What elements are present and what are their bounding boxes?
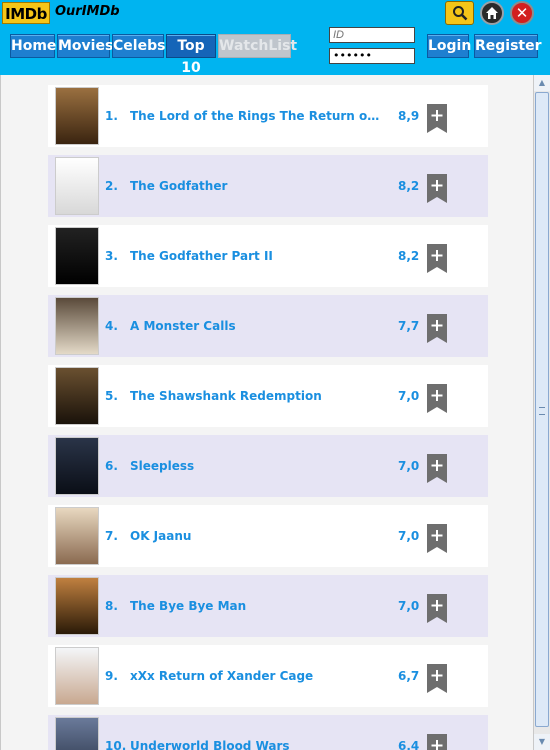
movie-title[interactable]: OK Jaanu: [130, 505, 382, 567]
movie-rating: 6,7: [398, 669, 420, 683]
movie-rating: 7,0: [398, 599, 420, 613]
home-icon: [486, 7, 498, 19]
movie-poster[interactable]: [55, 367, 99, 425]
password-field[interactable]: ••••••: [329, 48, 415, 64]
add-bookmark-icon[interactable]: [427, 734, 447, 750]
movie-rank: 5.: [105, 389, 118, 403]
scroll-thumb[interactable]: [535, 92, 549, 727]
list-item[interactable]: 1. The Lord of the Rings The Return of t…: [48, 85, 488, 147]
movie-rating: 8,9: [398, 109, 420, 123]
movie-title[interactable]: xXx Return of Xander Cage: [130, 645, 382, 707]
add-bookmark-icon[interactable]: [427, 104, 447, 133]
list-item[interactable]: 8. The Bye Bye Man 7,0: [48, 575, 488, 637]
movie-title[interactable]: The Godfather Part II: [130, 225, 382, 287]
add-bookmark-icon[interactable]: [427, 244, 447, 273]
nav-movies-button[interactable]: Movies: [57, 34, 113, 58]
movie-poster[interactable]: [55, 437, 99, 495]
add-bookmark-icon[interactable]: [427, 384, 447, 413]
add-bookmark-icon[interactable]: [427, 664, 447, 693]
movie-rating: 7,0: [398, 389, 420, 403]
movie-title[interactable]: A Monster Calls: [130, 295, 382, 357]
scroll-grip-icon: [539, 407, 545, 415]
top10-movie-list[interactable]: 1. The Lord of the Rings The Return of t…: [0, 75, 533, 750]
list-item[interactable]: 10. Underworld Blood Wars 6,4: [48, 715, 488, 750]
movie-poster[interactable]: [55, 647, 99, 705]
add-bookmark-icon[interactable]: [427, 454, 447, 483]
top-bar: IMDb OurIMDb Home Movies Celebs Top 10 W…: [0, 0, 550, 76]
add-bookmark-icon[interactable]: [427, 594, 447, 623]
movie-rating: 6,4: [398, 739, 420, 750]
movie-rank: 8.: [105, 599, 118, 613]
movie-title[interactable]: The Shawshank Redemption: [130, 365, 382, 427]
vertical-scrollbar[interactable]: ▲ ▼: [533, 75, 550, 750]
movie-rank: 2.: [105, 179, 118, 193]
list-item[interactable]: 6. Sleepless 7,0: [48, 435, 488, 497]
movie-poster[interactable]: [55, 577, 99, 635]
login-button[interactable]: Login: [427, 34, 471, 58]
movie-poster[interactable]: [55, 227, 99, 285]
id-input[interactable]: [329, 27, 415, 43]
movie-rating: 8,2: [398, 249, 420, 263]
list-item[interactable]: 3. The Godfather Part II 8,2: [48, 225, 488, 287]
movie-rank: 7.: [105, 529, 118, 543]
scroll-down-arrow[interactable]: ▼: [534, 734, 550, 750]
list-item[interactable]: 7. OK Jaanu 7,0: [48, 505, 488, 567]
register-button[interactable]: Register: [474, 34, 542, 58]
movie-poster[interactable]: [55, 717, 99, 750]
movie-rating: 7,7: [398, 319, 420, 333]
movie-rating: 7,0: [398, 459, 420, 473]
movie-rank: 10.: [105, 739, 127, 750]
movie-rank: 6.: [105, 459, 118, 473]
list-item[interactable]: 4. A Monster Calls 7,7: [48, 295, 488, 357]
movie-title[interactable]: The Godfather: [130, 155, 382, 217]
nav-top10-button[interactable]: Top 10: [166, 34, 216, 76]
list-item[interactable]: 2. The Godfather 8,2: [48, 155, 488, 217]
app-title: OurIMDb: [55, 4, 120, 19]
imdb-logo[interactable]: IMDb: [2, 2, 50, 24]
add-bookmark-icon[interactable]: [427, 314, 447, 343]
search-button[interactable]: [445, 1, 474, 25]
add-bookmark-icon[interactable]: [427, 174, 447, 203]
movie-title[interactable]: The Bye Bye Man: [130, 575, 382, 637]
movie-poster[interactable]: [55, 297, 99, 355]
close-icon[interactable]: ✕: [510, 1, 534, 25]
scroll-up-arrow[interactable]: ▲: [534, 75, 550, 91]
movie-poster[interactable]: [55, 507, 99, 565]
search-icon: [452, 6, 467, 21]
nav-watchlist-button[interactable]: WatchList: [218, 34, 297, 58]
nav-celebs-button[interactable]: Celebs: [112, 34, 165, 58]
list-item[interactable]: 5. The Shawshank Redemption 7,0: [48, 365, 488, 427]
movie-title[interactable]: Sleepless: [130, 435, 382, 497]
list-item[interactable]: 9. xXx Return of Xander Cage 6,7: [48, 645, 488, 707]
nav-home-button[interactable]: Home: [10, 34, 56, 58]
movie-poster[interactable]: [55, 87, 99, 145]
home-button[interactable]: [480, 1, 504, 25]
movie-title[interactable]: Underworld Blood Wars: [130, 715, 382, 750]
movie-rating: 8,2: [398, 179, 420, 193]
movie-title[interactable]: The Lord of the Rings The Return of th..…: [130, 85, 382, 147]
movie-rank: 3.: [105, 249, 118, 263]
movie-rank: 1.: [105, 109, 118, 123]
movie-rank: 4.: [105, 319, 118, 333]
movie-rank: 9.: [105, 669, 118, 683]
movie-poster[interactable]: [55, 157, 99, 215]
movie-rating: 7,0: [398, 529, 420, 543]
add-bookmark-icon[interactable]: [427, 524, 447, 553]
